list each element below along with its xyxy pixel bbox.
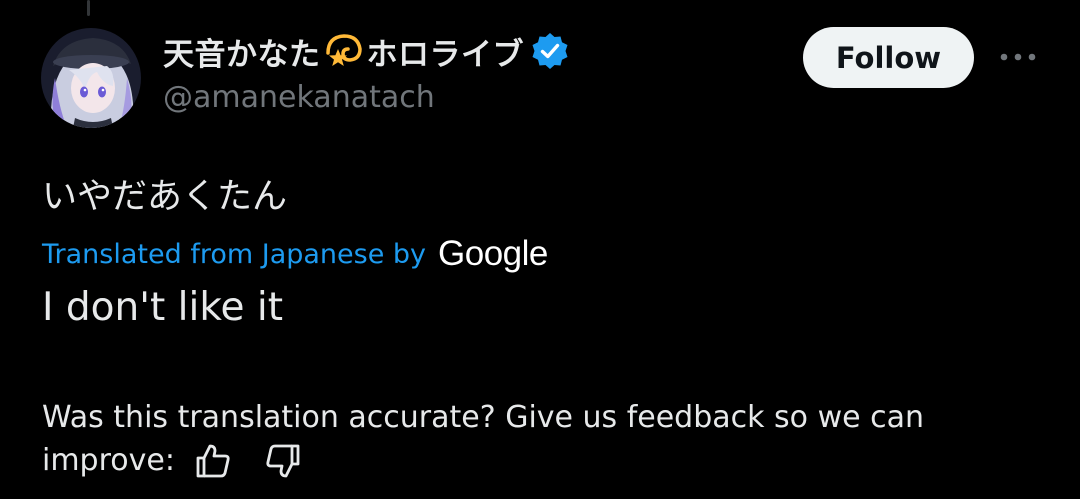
author-name-row[interactable]: 天音かなた ホロライブ <box>163 29 570 73</box>
author-display-name[interactable]: 天音かなた <box>163 29 321 74</box>
post-translation-text: I don't like it <box>42 285 284 330</box>
post-original-text: いやだあくたん <box>42 177 288 217</box>
avatar[interactable] <box>41 28 141 128</box>
translation-attribution: Translated from Japanese by Google <box>42 232 548 276</box>
translated-from-link[interactable]: Translated from Japanese by <box>42 239 426 270</box>
author-display-name-suffix[interactable]: ホロライブ <box>367 29 525 74</box>
thumbs-up-icon[interactable] <box>193 441 233 481</box>
feedback-prompt-line1: Was this translation accurate? Give us f… <box>42 400 924 435</box>
google-logo: Google <box>438 234 548 273</box>
thread-connector-line <box>87 0 90 16</box>
verified-badge-icon[interactable] <box>530 31 570 71</box>
feedback-prompt-line2: improve: <box>42 439 1042 482</box>
translation-feedback: Was this translation accurate? Give us f… <box>42 396 1042 482</box>
more-options-icon[interactable] <box>996 40 1040 74</box>
dizzy-star-emoji-icon <box>322 29 366 73</box>
author-handle[interactable]: @amanekanatach <box>163 80 435 115</box>
thumbs-down-icon[interactable] <box>263 441 303 481</box>
feedback-prompt-improve: improve: <box>42 443 175 478</box>
follow-button[interactable]: Follow <box>803 27 974 88</box>
